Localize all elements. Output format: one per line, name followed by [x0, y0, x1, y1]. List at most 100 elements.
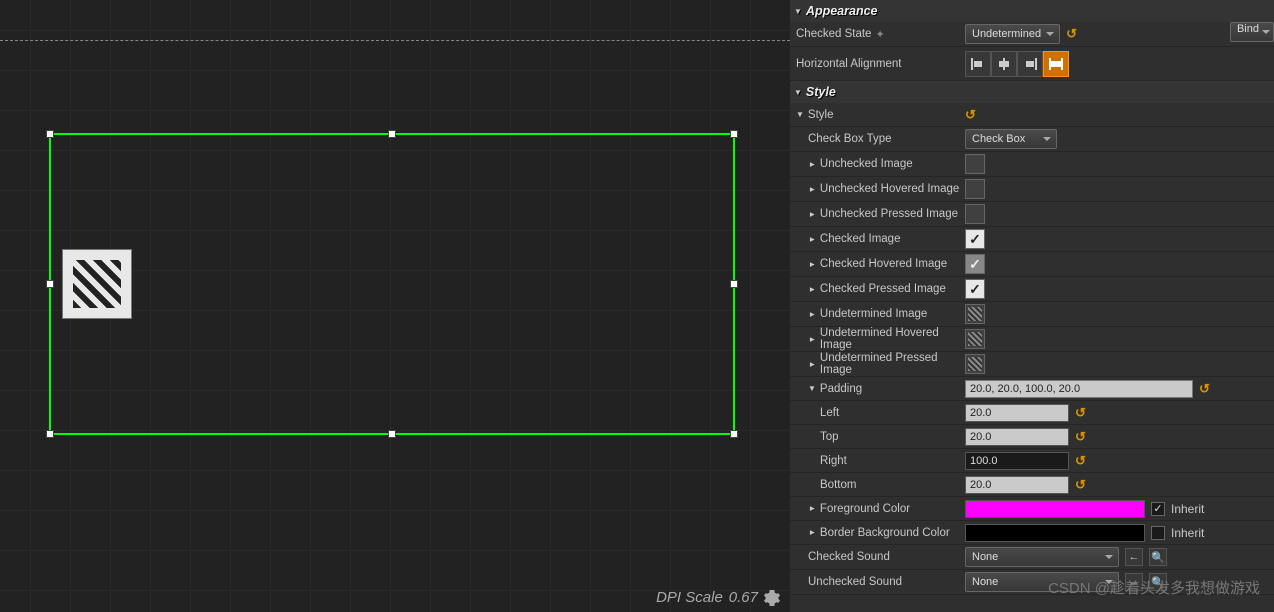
image-swatch[interactable]: [965, 179, 985, 199]
inherit-checkbox[interactable]: ✓: [1151, 502, 1165, 516]
collapse-arrow-icon[interactable]: ▼: [807, 160, 816, 168]
expand-arrow-icon: ▼: [794, 7, 802, 16]
inherit-label: Inherit: [1171, 502, 1204, 516]
checkbox-type-dropdown[interactable]: Check Box: [965, 129, 1057, 149]
property-label: Unchecked Sound: [808, 576, 902, 588]
image-swatch[interactable]: [965, 354, 985, 374]
collapse-arrow-icon[interactable]: ▼: [807, 185, 816, 193]
reset-to-default-icon[interactable]: ↺: [965, 107, 976, 123]
align-left-button[interactable]: [965, 51, 991, 77]
pin-icon[interactable]: ✦: [875, 28, 884, 41]
property-label: Style: [808, 109, 834, 121]
border-color-swatch[interactable]: [965, 524, 1145, 542]
resize-handle[interactable]: [388, 130, 396, 138]
checkmark-icon: ✓: [969, 256, 981, 273]
property-row-checkbox-type: Check Box Type Check Box: [790, 127, 1274, 152]
collapse-arrow-icon[interactable]: ▼: [807, 529, 816, 537]
padding-input[interactable]: [965, 380, 1193, 398]
resize-handle[interactable]: [46, 130, 54, 138]
property-row-undetermined-image: ▼Undetermined Image: [790, 302, 1274, 327]
image-swatch[interactable]: ✓: [965, 229, 985, 249]
use-selected-button[interactable]: ←: [1125, 573, 1143, 591]
image-swatch[interactable]: [965, 154, 985, 174]
right-spinbox[interactable]: [965, 452, 1069, 470]
widget-selection-outline[interactable]: [49, 133, 735, 435]
viewport-guide-line: [0, 40, 790, 41]
image-swatch[interactable]: [965, 329, 985, 349]
property-row-padding-bottom: Bottom ↺: [790, 473, 1274, 497]
inherit-label: Inherit: [1171, 526, 1204, 540]
property-label: Border Background Color: [820, 527, 950, 539]
resize-handle[interactable]: [46, 280, 54, 288]
collapse-arrow-icon[interactable]: ▼: [807, 260, 816, 268]
image-swatch[interactable]: ✓: [965, 279, 985, 299]
property-label: Right: [820, 455, 847, 467]
property-label: Unchecked Image: [820, 158, 913, 170]
property-row-padding: ▼Padding ↺: [790, 377, 1274, 401]
align-center-button[interactable]: [991, 51, 1017, 77]
resize-handle[interactable]: [46, 430, 54, 438]
checked-sound-dropdown[interactable]: None: [965, 547, 1119, 567]
image-swatch[interactable]: [965, 204, 985, 224]
collapse-arrow-icon[interactable]: ▼: [807, 335, 816, 343]
dpi-scale-indicator: DPI Scale 0.67: [656, 589, 780, 606]
reset-to-default-icon[interactable]: ↺: [1075, 405, 1086, 421]
resize-handle[interactable]: [730, 430, 738, 438]
ui-designer-viewport[interactable]: DPI Scale 0.67: [0, 0, 790, 612]
property-label: Bottom: [820, 479, 856, 491]
unchecked-sound-dropdown[interactable]: None: [965, 572, 1119, 592]
foreground-color-swatch[interactable]: [965, 500, 1145, 518]
top-spinbox[interactable]: [965, 428, 1069, 446]
property-row-unchecked-hovered-image: ▼Unchecked Hovered Image: [790, 177, 1274, 202]
property-label: Left: [820, 407, 839, 419]
browse-button[interactable]: 🔍: [1149, 573, 1167, 591]
property-label: Checked Image: [820, 233, 901, 245]
collapse-arrow-icon[interactable]: ▼: [807, 505, 816, 513]
property-label: Checked Sound: [808, 551, 890, 563]
collapse-arrow-icon[interactable]: ▼: [807, 360, 816, 368]
property-row-unchecked-image: ▼ Unchecked Image: [790, 152, 1274, 177]
reset-to-default-icon[interactable]: ↺: [1075, 477, 1086, 493]
collapse-arrow-icon[interactable]: ▼: [807, 310, 816, 318]
bottom-spinbox[interactable]: [965, 476, 1069, 494]
expand-arrow-icon[interactable]: ▼: [808, 384, 816, 393]
gear-icon[interactable]: [764, 590, 780, 606]
left-spinbox[interactable]: [965, 404, 1069, 422]
category-style[interactable]: ▼ Style: [790, 81, 1274, 103]
browse-button[interactable]: 🔍: [1149, 548, 1167, 566]
property-label: Foreground Color: [820, 503, 910, 515]
checkbox-widget-preview[interactable]: [62, 249, 132, 319]
resize-handle[interactable]: [730, 280, 738, 288]
property-label: Unchecked Pressed Image: [820, 208, 958, 220]
align-fill-button[interactable]: [1043, 51, 1069, 77]
collapse-arrow-icon[interactable]: ▼: [807, 285, 816, 293]
reset-to-default-icon[interactable]: ↺: [1066, 26, 1077, 42]
checked-state-dropdown[interactable]: Undetermined: [965, 24, 1060, 44]
expand-arrow-icon: ▼: [794, 88, 802, 97]
inherit-checkbox[interactable]: [1151, 526, 1165, 540]
property-row-border-background-color: ▼ Border Background Color Inherit: [790, 521, 1274, 545]
image-swatch[interactable]: ✓: [965, 254, 985, 274]
expand-arrow-icon[interactable]: ▼: [796, 110, 804, 119]
category-appearance[interactable]: ▼ Appearance: [790, 0, 1274, 22]
collapse-arrow-icon[interactable]: ▼: [807, 235, 816, 243]
property-label: Checked State: [796, 28, 871, 40]
collapse-arrow-icon[interactable]: ▼: [807, 210, 816, 218]
horizontal-alignment-group: [965, 51, 1069, 77]
resize-handle[interactable]: [730, 130, 738, 138]
details-panel: Bind ▼ Appearance Checked State✦ Undeter…: [790, 0, 1274, 612]
resize-handle[interactable]: [388, 430, 396, 438]
undetermined-state-icon: [73, 260, 121, 308]
dropdown-value: None: [972, 551, 998, 563]
property-row-checked-hovered-image: ▼Checked Hovered Image ✓: [790, 252, 1274, 277]
reset-to-default-icon[interactable]: ↺: [1199, 381, 1210, 397]
align-right-button[interactable]: [1017, 51, 1043, 77]
image-swatch[interactable]: [965, 304, 985, 324]
property-label: Check Box Type: [808, 133, 892, 145]
reset-to-default-icon[interactable]: ↺: [1075, 453, 1086, 469]
property-row-unchecked-pressed-image: ▼ Unchecked Pressed Image: [790, 202, 1274, 227]
reset-to-default-icon[interactable]: ↺: [1075, 429, 1086, 445]
property-row-padding-right: Right ↺: [790, 449, 1274, 473]
use-selected-button[interactable]: ←: [1125, 548, 1143, 566]
dpi-value: 0.67: [729, 589, 758, 606]
